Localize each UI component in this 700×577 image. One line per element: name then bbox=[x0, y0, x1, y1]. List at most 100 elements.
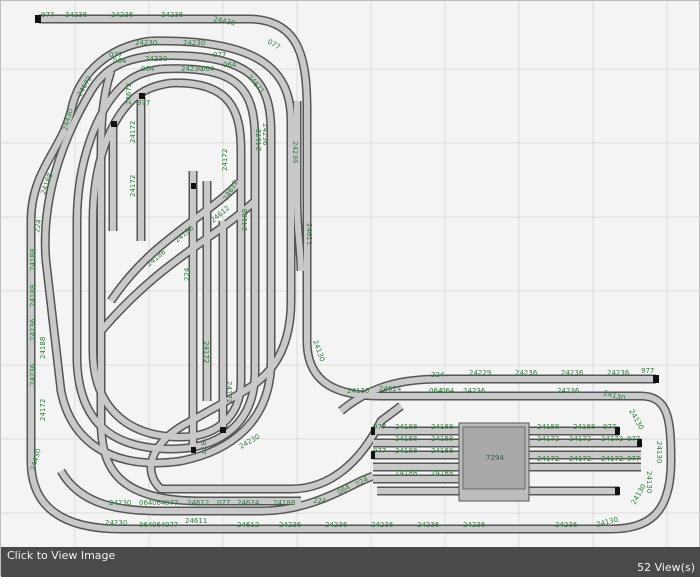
track-label: 064 bbox=[139, 521, 153, 529]
bumper bbox=[220, 427, 226, 433]
track-label: 064 bbox=[152, 521, 166, 529]
track-label: 24612 bbox=[237, 521, 259, 529]
track-label: 24188 bbox=[537, 423, 559, 431]
track-label: 24236 bbox=[515, 369, 538, 377]
track-label: 064 bbox=[141, 65, 155, 73]
track-label: 064 bbox=[441, 387, 455, 395]
track-label: 24624 bbox=[237, 499, 260, 507]
track-label: 24188 bbox=[29, 249, 37, 271]
view-count-number: 52 bbox=[637, 561, 652, 574]
track-label: 224 bbox=[313, 497, 327, 505]
track-label: 977 bbox=[41, 11, 54, 19]
track-label: 064 bbox=[113, 57, 127, 65]
track-label: 064 bbox=[139, 499, 153, 507]
track-label: 24188 bbox=[39, 337, 47, 359]
track-label: 24172 bbox=[39, 399, 47, 421]
track-label: 24188 bbox=[29, 285, 37, 307]
track-label: 24188 bbox=[273, 499, 295, 507]
track-label: 24172 bbox=[202, 341, 210, 363]
track-label: 24230 bbox=[181, 65, 203, 73]
track-label: 24130 bbox=[645, 471, 653, 493]
track-label: 077 bbox=[213, 51, 226, 59]
track-label: 24188 bbox=[431, 469, 453, 477]
track-label: 24188 bbox=[431, 447, 453, 455]
track-label: 24236 bbox=[279, 521, 302, 529]
track-label: 24172 bbox=[225, 381, 233, 403]
track-label: 24230 bbox=[183, 39, 205, 47]
track-label: 24172 bbox=[569, 455, 591, 463]
view-count-suffix: View(s) bbox=[654, 561, 695, 574]
track-label: 24236 bbox=[29, 363, 37, 386]
track-label: 977 bbox=[627, 455, 640, 463]
track-label: 24172 bbox=[129, 121, 137, 143]
bumper bbox=[111, 121, 117, 127]
track-label: 24236 bbox=[557, 387, 580, 395]
track-label: 24612 bbox=[187, 499, 209, 507]
track-label: 24611 bbox=[305, 223, 313, 245]
track-label: 24230 bbox=[109, 499, 131, 507]
view-count: 52 View(s) bbox=[637, 561, 695, 574]
view-image-link[interactable]: Click to View Image bbox=[7, 549, 115, 562]
bumper bbox=[191, 447, 196, 453]
track-plan-diagram: 7294 977 24236 24236 24236 24430 077 242… bbox=[1, 1, 700, 547]
track-label: 24188 bbox=[395, 469, 417, 477]
track-label: 977 bbox=[603, 423, 616, 431]
track-label: 24230 bbox=[105, 519, 127, 527]
turntable-label: 7294 bbox=[486, 454, 504, 462]
track-label: 24236 bbox=[371, 521, 394, 529]
track-label: 224 bbox=[183, 267, 191, 281]
track-label: 24130 bbox=[627, 408, 645, 431]
track-label: 064 bbox=[223, 61, 237, 69]
track-label: 24172 bbox=[537, 455, 559, 463]
track-label: 24236 bbox=[291, 141, 299, 164]
track-label: 977 bbox=[641, 367, 654, 375]
track-label: 24236 bbox=[111, 11, 134, 19]
track-label: 077 bbox=[266, 38, 282, 52]
track-label: 24188 bbox=[395, 435, 417, 443]
track-label: 24624 bbox=[379, 385, 402, 393]
track-label: 064 bbox=[201, 65, 215, 73]
track-label: 24130 bbox=[602, 389, 626, 402]
track-label: 24188 bbox=[395, 423, 417, 431]
track-label: 24130 bbox=[630, 483, 648, 506]
track-label: 24230 bbox=[135, 39, 157, 47]
track-label: 24236 bbox=[29, 318, 37, 341]
track-label: 24611 bbox=[185, 517, 207, 525]
image-footer-bar: Click to View Image 52 View(s) bbox=[1, 547, 700, 577]
track-label: 24672 bbox=[125, 83, 133, 105]
track-label: 077 bbox=[165, 521, 178, 529]
track-label: 977 bbox=[627, 435, 640, 443]
track-label: 977 bbox=[137, 99, 150, 107]
track-label: 24230 bbox=[145, 55, 167, 63]
track-label: 24172 bbox=[601, 455, 623, 463]
bumper bbox=[191, 183, 196, 189]
track-label: 24236 bbox=[463, 521, 486, 529]
bumper bbox=[615, 487, 620, 495]
track-label: 24172 bbox=[537, 435, 559, 443]
track-label: 977 bbox=[373, 423, 386, 431]
track-label: 24130 bbox=[655, 441, 663, 463]
track-label: 077 bbox=[165, 499, 178, 507]
track-label: 24188 bbox=[395, 447, 417, 455]
track-label: 24236 bbox=[161, 11, 184, 19]
track-label: 24172 bbox=[129, 175, 137, 197]
track-label: 24236 bbox=[417, 521, 440, 529]
track-label: 24236 bbox=[65, 11, 88, 19]
track-label: 064 bbox=[152, 499, 166, 507]
track-label: 24172 bbox=[601, 435, 623, 443]
track-label: 24229 bbox=[469, 369, 491, 377]
track-label: 977 bbox=[373, 447, 386, 455]
track-label: 24188 bbox=[241, 209, 249, 231]
track-label: 24188 bbox=[573, 423, 595, 431]
layout-plan-frame: 7294 977 24236 24236 24236 24430 077 242… bbox=[0, 0, 700, 577]
track-label: 977 bbox=[199, 441, 207, 454]
bumper bbox=[653, 375, 659, 383]
track-label: 24236 bbox=[561, 369, 584, 377]
track-label: 24236 bbox=[463, 387, 486, 395]
track-label: 24236 bbox=[325, 521, 348, 529]
track-label: 24188 bbox=[431, 423, 453, 431]
track-label: 24172 bbox=[255, 129, 263, 151]
track-label: 24130 bbox=[347, 387, 369, 395]
track-label: 24172 bbox=[221, 149, 229, 171]
track-label: 224 bbox=[431, 371, 445, 379]
